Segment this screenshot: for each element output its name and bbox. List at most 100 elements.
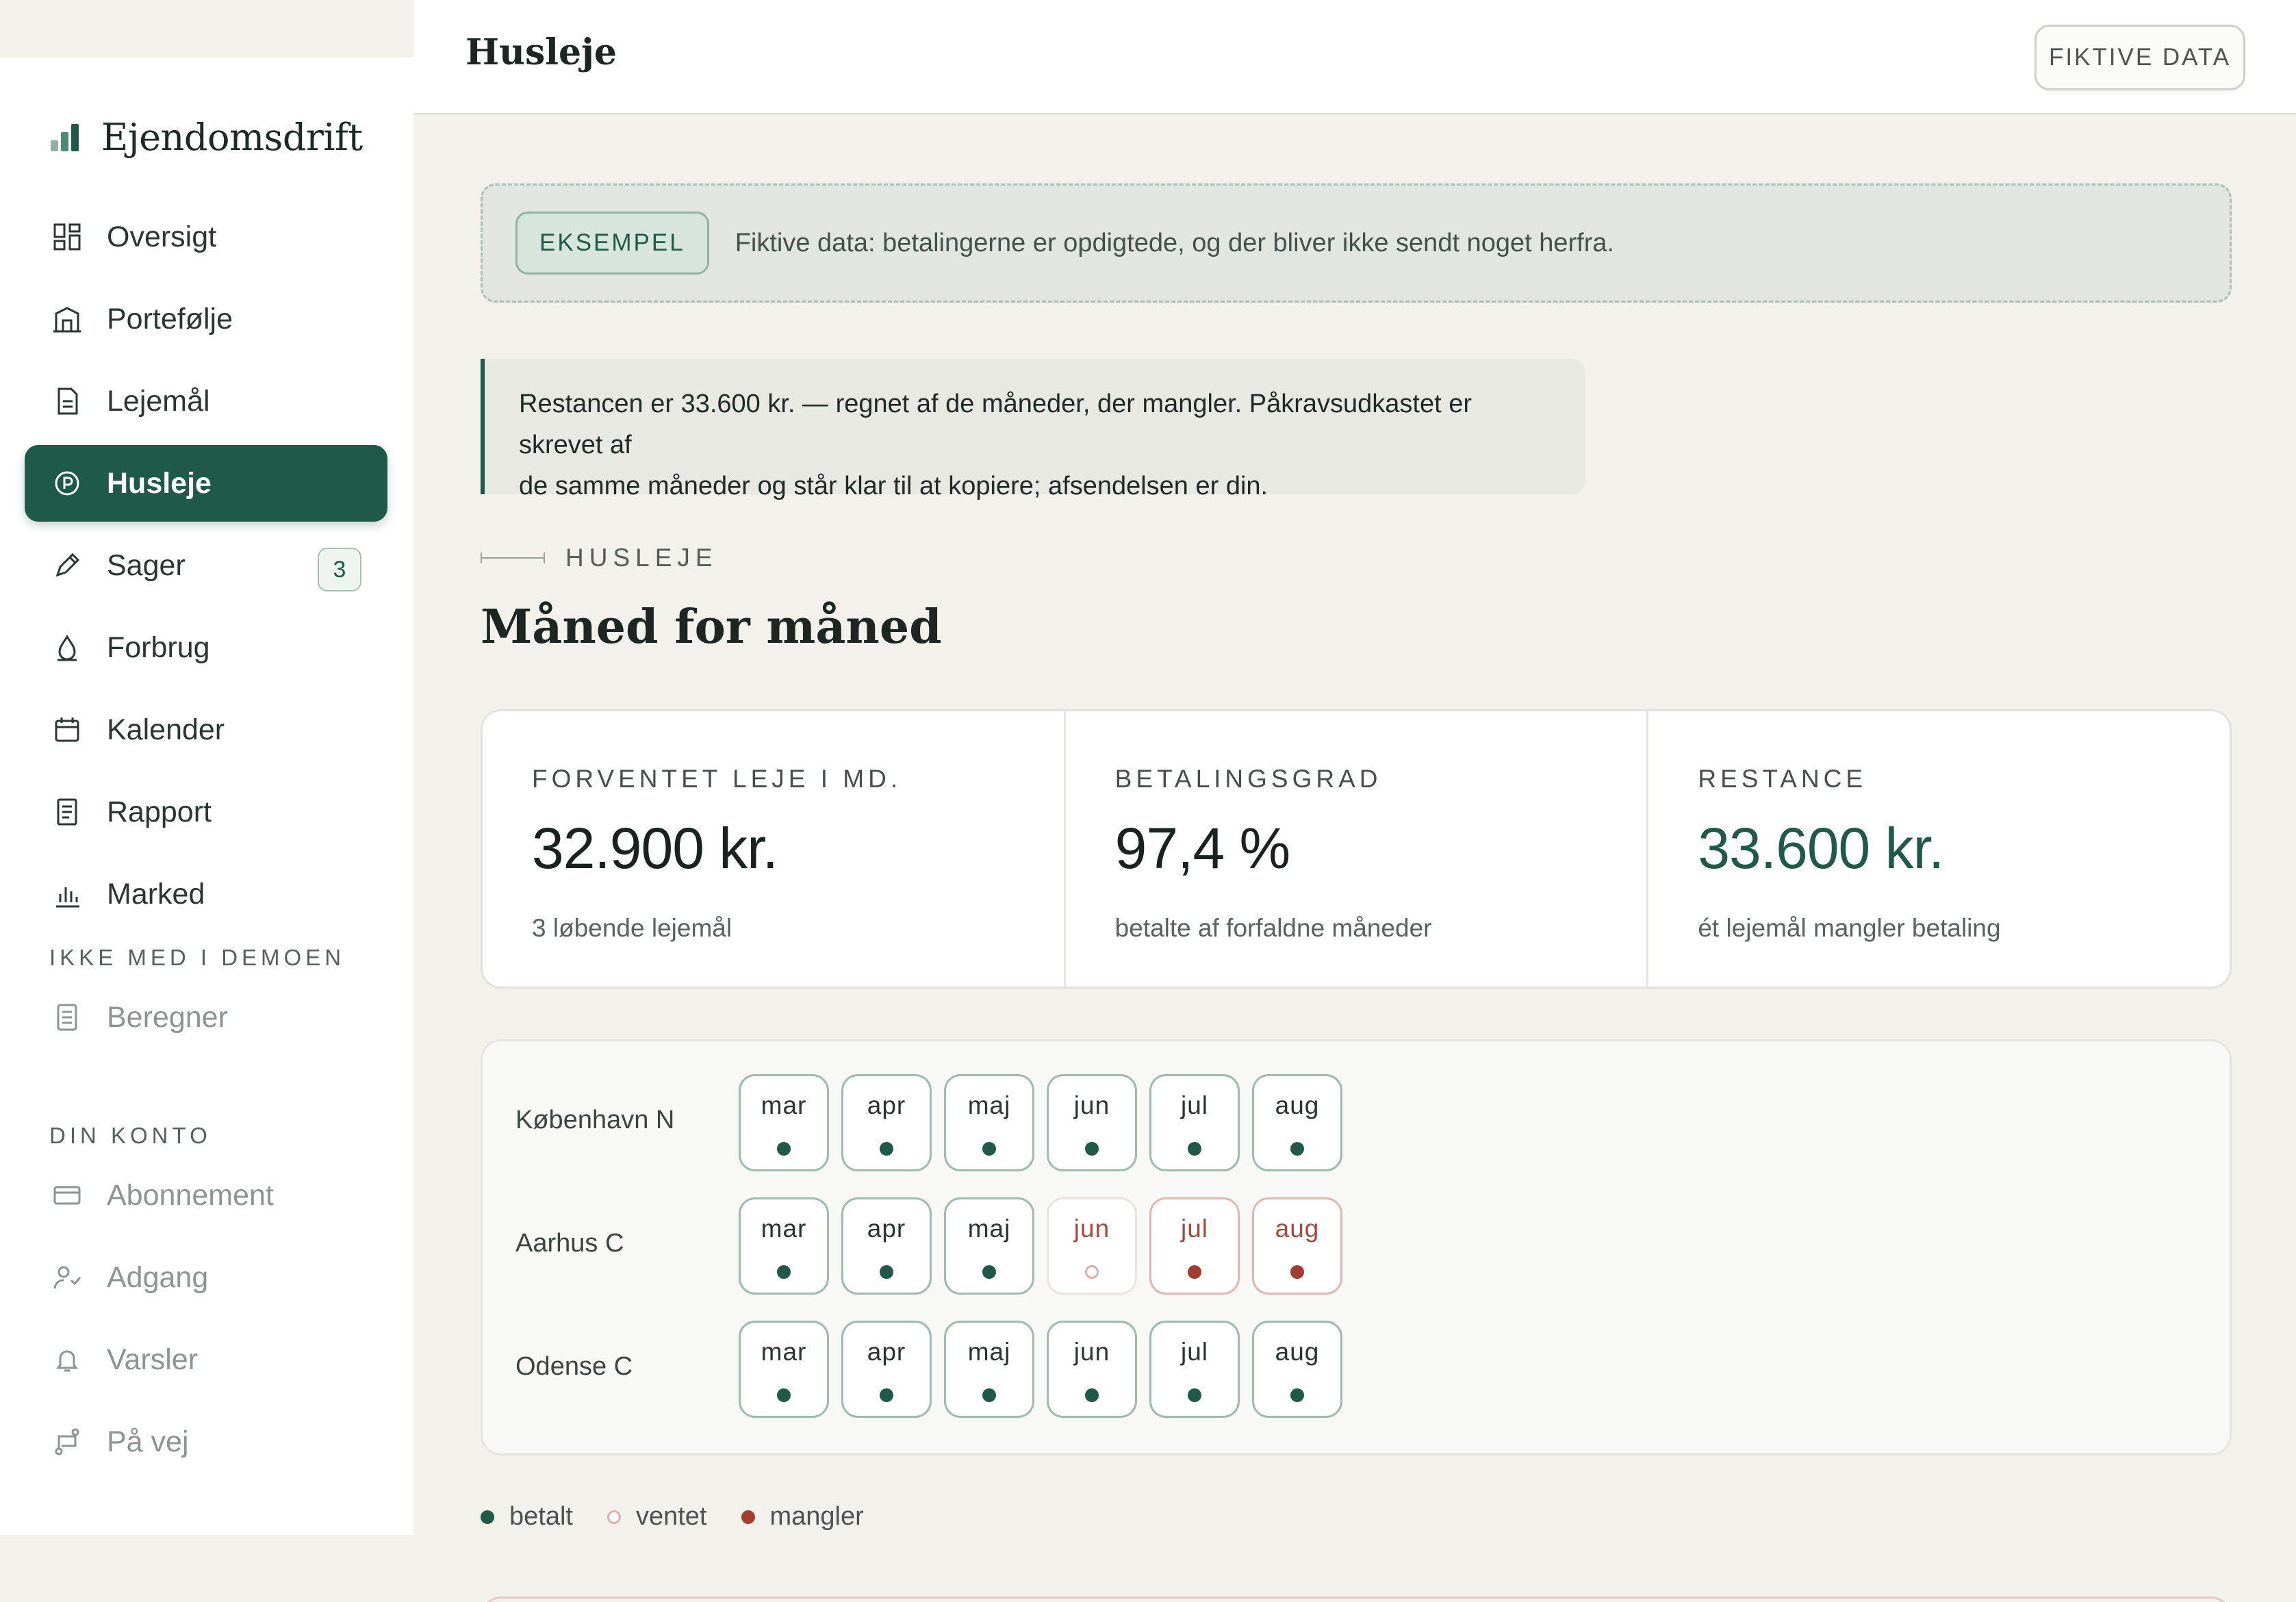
sidebar-item-label: Forbrug bbox=[107, 631, 210, 664]
sidebar-account-nav: Abonnement Adgang Varsler På vej bbox=[25, 1157, 387, 1486]
sidebar-item-forbrug[interactable]: Forbrug bbox=[25, 609, 387, 686]
building-icon bbox=[52, 304, 82, 334]
arrears-notice: Restancen er 33.600 kr. — regnet af de m… bbox=[481, 359, 1585, 500]
count-badge: 3 bbox=[318, 548, 361, 592]
sidebar-item-beregner[interactable]: Beregner bbox=[25, 979, 387, 1056]
month-cell-mar[interactable]: mar bbox=[739, 1321, 829, 1418]
legend-label: mangler bbox=[769, 1502, 864, 1531]
month-cells: mar apr maj jun jul aug bbox=[739, 1074, 1355, 1171]
sidebar-item-label: Adgang bbox=[107, 1260, 209, 1294]
month-cell-apr[interactable]: apr bbox=[841, 1321, 932, 1418]
sidebar-item-label: Portefølje bbox=[107, 302, 233, 335]
notice-line: Restancen er 33.600 kr. — regnet af de m… bbox=[519, 390, 1472, 459]
month-cell-jun[interactable]: jun bbox=[1047, 1321, 1137, 1418]
paid-dot-icon bbox=[880, 1142, 893, 1156]
month-label: aug bbox=[1275, 1338, 1320, 1366]
month-label: jul bbox=[1180, 1091, 1209, 1119]
paid-dot-icon bbox=[777, 1142, 791, 1156]
paid-dot-icon bbox=[982, 1265, 996, 1279]
legend-waiting: ventet bbox=[607, 1502, 707, 1531]
example-banner: EKSEMPEL Fiktive data: betalingerne er o… bbox=[481, 183, 2232, 303]
sidebar-item-rapport[interactable]: Rapport bbox=[25, 774, 387, 850]
month-label: mar bbox=[761, 1091, 807, 1119]
kpi-expected-rent: FORVENTET LEJE I MD. 32.900 kr. 3 løbend… bbox=[483, 711, 1066, 987]
kpi-subtext: betalte af forfaldne måneder bbox=[1114, 914, 1432, 942]
month-cell-maj[interactable]: maj bbox=[944, 1197, 1034, 1295]
sidebar-item-varsler[interactable]: Varsler bbox=[25, 1321, 387, 1398]
section-heading-account: DIN KONTO bbox=[49, 1123, 212, 1148]
month-cell-aug[interactable]: aug bbox=[1252, 1321, 1342, 1418]
waiting-dot-icon bbox=[1085, 1265, 1099, 1279]
paid-dot-icon bbox=[1290, 1142, 1304, 1156]
main-content: EKSEMPEL Fiktive data: betalingerne er o… bbox=[413, 115, 2296, 1602]
sidebar-item-abonnement[interactable]: Abonnement bbox=[25, 1157, 387, 1234]
sidebar-item-label: Husleje bbox=[107, 466, 212, 500]
month-label: mar bbox=[761, 1338, 807, 1366]
legend: betalt ventet mangler bbox=[481, 1502, 898, 1531]
month-label: jul bbox=[1180, 1215, 1209, 1243]
sidebar-item-label: Oversigt bbox=[107, 220, 217, 253]
kpi-arrears: RESTANCE 33.600 kr. ét lejemål mangler b… bbox=[1648, 711, 2230, 987]
kpi-value: 33.600 kr. bbox=[1698, 816, 1944, 880]
month-cell-mar[interactable]: mar bbox=[739, 1074, 829, 1171]
month-label: mar bbox=[761, 1215, 807, 1243]
sidebar-item-oversigt[interactable]: Oversigt bbox=[25, 199, 387, 275]
month-cell-jul[interactable]: jul bbox=[1149, 1074, 1240, 1171]
month-label: aug bbox=[1275, 1091, 1320, 1119]
sidebar-item-lejemal[interactable]: Lejemål bbox=[25, 363, 387, 440]
month-cell-maj[interactable]: maj bbox=[944, 1074, 1034, 1171]
sidebar-item-label: Marked bbox=[107, 877, 205, 911]
month-cell-mar[interactable]: mar bbox=[739, 1197, 829, 1295]
month-cell-maj[interactable]: maj bbox=[944, 1321, 1034, 1418]
calculator-icon bbox=[52, 1002, 82, 1032]
pencil-icon bbox=[52, 550, 82, 581]
month-label: jun bbox=[1073, 1091, 1110, 1119]
sidebar-item-label: Lejemål bbox=[107, 384, 210, 418]
fiktive-data-button[interactable]: FIKTIVE DATA bbox=[2034, 25, 2245, 90]
sidebar-item-husleje[interactable]: Husleje bbox=[25, 445, 387, 522]
brand[interactable]: Ejendomsdrift bbox=[49, 96, 363, 178]
month-cell-jul[interactable]: jul bbox=[1149, 1321, 1240, 1418]
month-label: maj bbox=[967, 1091, 1011, 1119]
month-cell-apr[interactable]: apr bbox=[841, 1197, 932, 1295]
brand-logo-icon bbox=[49, 121, 81, 153]
sidebar-item-portefolje[interactable]: Portefølje bbox=[25, 281, 387, 357]
section-eyebrow: HUSLEJE bbox=[481, 544, 718, 572]
route-icon bbox=[52, 1427, 82, 1457]
sidebar-item-label: Varsler bbox=[107, 1343, 199, 1376]
month-label: apr bbox=[867, 1215, 906, 1243]
user-access-icon bbox=[52, 1262, 82, 1293]
sidebar-item-kalender[interactable]: Kalender bbox=[25, 691, 387, 768]
sidebar-item-label: Kalender bbox=[107, 713, 225, 746]
month-cells: mar apr maj jun jul aug bbox=[739, 1197, 1355, 1295]
missing-dot-icon bbox=[1290, 1265, 1304, 1279]
missing-dot-icon bbox=[1188, 1265, 1201, 1279]
month-cell-aug[interactable]: aug bbox=[1252, 1074, 1342, 1171]
month-cell-aug[interactable]: aug bbox=[1252, 1197, 1342, 1295]
bar-chart-icon bbox=[52, 879, 82, 909]
sidebar-item-sager[interactable]: Sager 3 bbox=[25, 527, 387, 604]
month-label: maj bbox=[967, 1338, 1011, 1366]
month-label: aug bbox=[1275, 1215, 1320, 1243]
month-cell-jun[interactable]: jun bbox=[1047, 1197, 1137, 1295]
sidebar-item-marked[interactable]: Marked bbox=[25, 856, 387, 932]
row-label: København N bbox=[515, 1106, 675, 1134]
dashboard-icon bbox=[52, 222, 82, 252]
month-cell-jul[interactable]: jul bbox=[1149, 1197, 1240, 1295]
month-cell-jun[interactable]: jun bbox=[1047, 1074, 1137, 1171]
month-label: apr bbox=[867, 1091, 906, 1119]
grid-row-kobenhavn: København N mar apr maj jun jul aug bbox=[515, 1074, 2158, 1171]
month-cell-apr[interactable]: apr bbox=[841, 1074, 932, 1171]
sidebar-nav: Oversigt Portefølje Lejemål Husleje Sage… bbox=[25, 199, 387, 938]
paid-dot-icon bbox=[1085, 1388, 1099, 1402]
sidebar-item-adgang[interactable]: Adgang bbox=[25, 1239, 387, 1316]
top-bar: Husleje FIKTIVE DATA bbox=[413, 0, 2296, 115]
kpi-subtext: 3 løbende lejemål bbox=[532, 914, 732, 942]
month-label: maj bbox=[967, 1215, 1011, 1243]
report-icon bbox=[52, 797, 82, 827]
kpi-value: 32.900 kr. bbox=[532, 816, 778, 880]
kpi-value: 97,4 % bbox=[1114, 816, 1291, 880]
kpi-label: BETALINGSGRAD bbox=[1114, 765, 1382, 793]
paid-dot-icon bbox=[1290, 1388, 1304, 1402]
sidebar-item-pa-vej[interactable]: På vej bbox=[25, 1403, 387, 1480]
